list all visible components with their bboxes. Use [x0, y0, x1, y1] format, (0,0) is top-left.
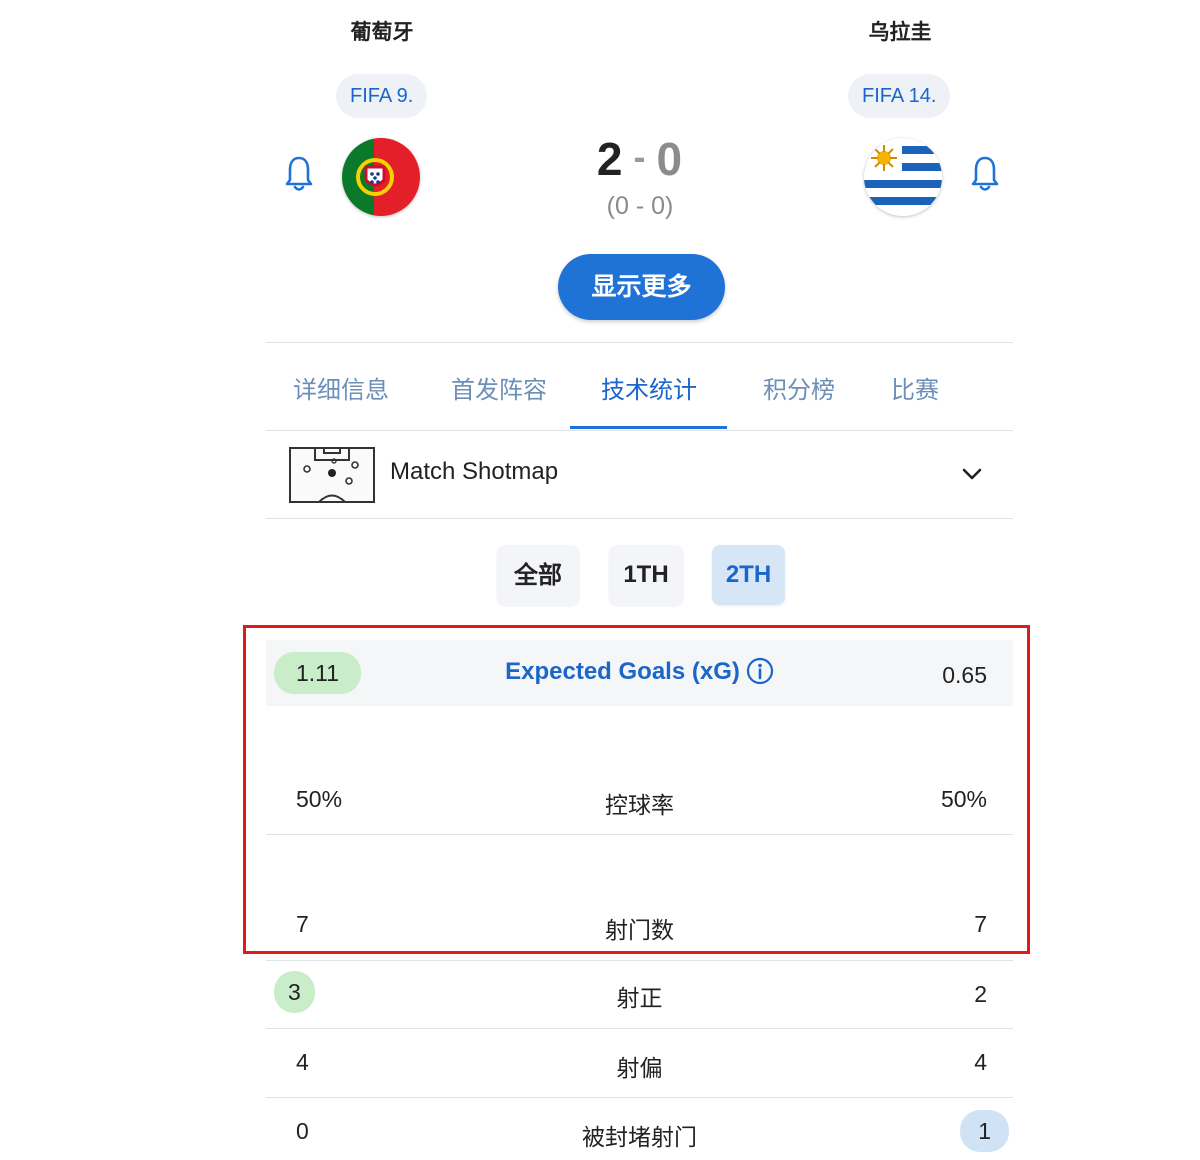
divider — [266, 430, 1013, 431]
shotmap-label: Match Shotmap — [390, 458, 559, 485]
score-separator: - — [633, 136, 647, 177]
stat-row-blocked-shots: 0 被封堵射门 1 — [266, 1098, 1013, 1160]
bell-icon[interactable] — [284, 154, 314, 194]
stat-row-shots-on-target: 3 射正 2 — [266, 961, 1013, 1028]
period-all-button[interactable]: 全部 — [497, 545, 579, 605]
tab-matches[interactable]: 比赛 — [884, 370, 946, 405]
stat-label: 射正 — [616, 986, 663, 1012]
stat-label: 被封堵射门 — [582, 1125, 697, 1151]
halftime-score: (0 - 0) — [606, 192, 674, 220]
divider — [266, 342, 1013, 343]
active-tab-indicator — [570, 426, 727, 429]
full-time-score: 2-0 — [560, 132, 720, 186]
tab-standings[interactable]: 积分榜 — [752, 370, 846, 405]
away-stat-value: 2 — [974, 981, 987, 1007]
home-score: 2 — [596, 133, 624, 185]
bell-icon[interactable] — [970, 154, 1000, 194]
tab-lineups[interactable]: 首发阵容 — [440, 370, 558, 405]
period-second-half-button[interactable]: 2TH — [712, 545, 785, 605]
portugal-flag-icon[interactable] — [342, 138, 420, 216]
stat-row-shots-off-target: 4 射偏 4 — [266, 1029, 1013, 1097]
home-team-name[interactable]: 葡萄牙 — [282, 16, 482, 46]
away-team-name[interactable]: 乌拉圭 — [800, 16, 1000, 46]
shotmap-toggle[interactable]: Match Shotmap — [266, 432, 1013, 518]
tab-details[interactable]: 详细信息 — [282, 370, 400, 405]
away-fifa-rank: FIFA 14. — [848, 74, 951, 118]
home-fifa-rank: FIFA 9. — [336, 74, 428, 118]
chevron-down-icon[interactable] — [960, 462, 984, 486]
away-stat-value: 4 — [974, 1049, 987, 1075]
uruguay-flag-icon[interactable] — [864, 138, 942, 216]
highlight-annotation-box — [243, 625, 1030, 954]
away-score: 0 — [656, 133, 684, 185]
away-stat-value: 1 — [960, 1110, 1009, 1152]
show-more-button[interactable]: 显示更多 — [558, 254, 725, 320]
tab-stats[interactable]: 技术统计 — [590, 370, 708, 405]
pitch-icon — [289, 447, 375, 503]
period-first-half-button[interactable]: 1TH — [609, 545, 683, 605]
stat-label: 射偏 — [616, 1056, 663, 1082]
tab-bar: 详细信息 首发阵容 技术统计 积分榜 比赛 — [266, 344, 1013, 430]
divider — [266, 518, 1013, 519]
